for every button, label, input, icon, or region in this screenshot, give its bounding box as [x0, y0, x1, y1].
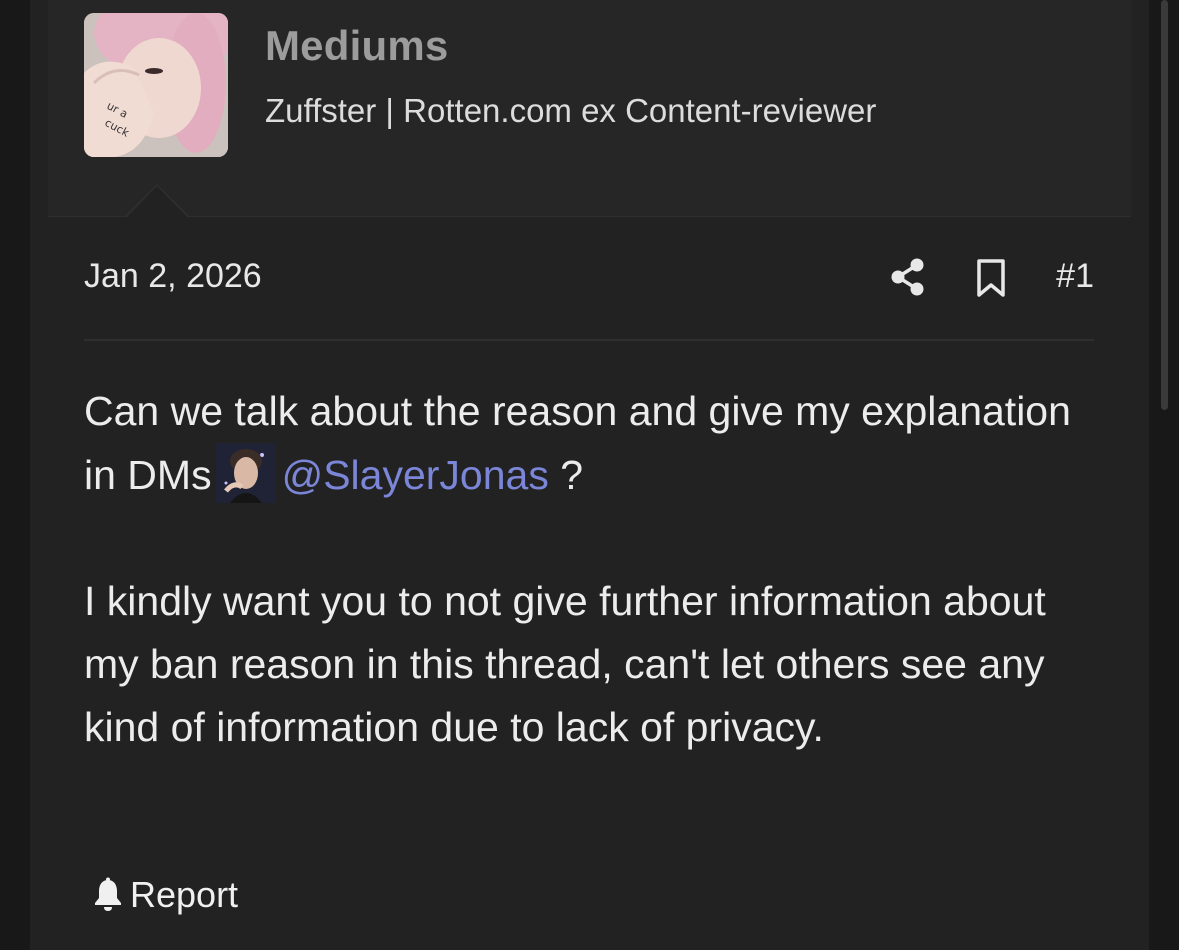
post-number-link[interactable]: #1 [1056, 257, 1094, 296]
post-date[interactable]: Jan 2, 2026 [84, 257, 262, 296]
scrollbar[interactable] [1161, 0, 1168, 410]
post-user-header: ur a cuck Mediums Zuffster | Rotten.com … [48, 0, 1131, 217]
post-meta: Jan 2, 2026 #1 [84, 255, 1094, 303]
page: ur a cuck Mediums Zuffster | Rotten.com … [0, 0, 1179, 950]
post-paragraph-1: Can we talk about the reason and give my… [84, 380, 1094, 507]
author-username[interactable]: Mediums [265, 22, 448, 70]
header-pointer-fill [126, 186, 188, 218]
author-user-title: Zuffster | Rotten.com ex Content-reviewe… [265, 92, 877, 129]
forum-post: ur a cuck Mediums Zuffster | Rotten.com … [30, 0, 1149, 950]
bookmark-icon[interactable] [974, 258, 1008, 298]
author-avatar-image: ur a cuck [84, 13, 228, 157]
post-paragraph-2: I kindly want you to not give further in… [84, 578, 1046, 750]
paragraph-1-end: ? [560, 452, 584, 498]
mention-avatar[interactable] [215, 443, 276, 503]
report-button[interactable]: Report [92, 873, 238, 917]
bell-icon [95, 877, 121, 911]
post-body: Can we talk about the reason and give my… [84, 380, 1094, 759]
meta-divider [84, 339, 1094, 341]
share-icon[interactable] [890, 257, 926, 297]
report-label: Report [130, 874, 239, 915]
author-avatar[interactable]: ur a cuck [84, 13, 228, 157]
user-mention-link[interactable]: @SlayerJonas [282, 452, 549, 498]
